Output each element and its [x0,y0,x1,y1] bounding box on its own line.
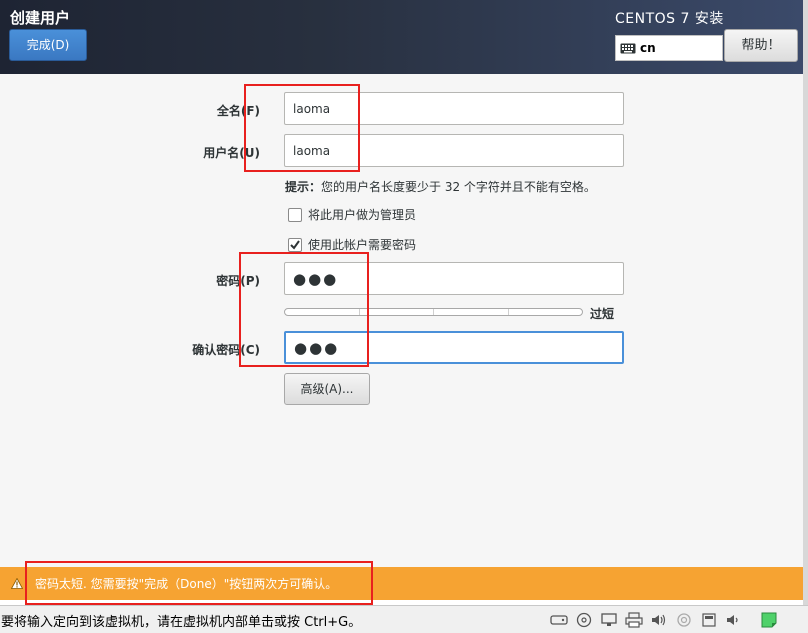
warning-icon [11,578,23,589]
installer-window: 创建用户 完成(D) CENTOS 7 安装 cn 帮助！ 全名(F) 用户名(… [0,0,808,633]
help-button[interactable]: 帮助！ [724,29,798,62]
page-title: 创建用户 [10,9,71,27]
hint-text: 您的用户名长度要少于 32 个字符并且不能有空格。 [321,180,596,194]
create-user-form: 全名(F) 用户名(U) 提示：您的用户名长度要少于 32 个字符并且不能有空格… [0,74,803,567]
done-button[interactable]: 完成(D) [9,29,87,61]
keyboard-icon [620,43,636,53]
header-bar: 创建用户 完成(D) CENTOS 7 安装 cn 帮助！ [0,0,803,74]
network-icon[interactable] [596,609,621,631]
usb-icon[interactable] [671,609,696,631]
device-icons [546,609,781,631]
checkmark-icon [290,239,300,250]
advanced-button[interactable]: 高级(A)... [284,373,370,405]
printer-icon[interactable] [621,609,646,631]
keyboard-layout-label: cn [640,41,656,55]
sound-icon[interactable] [646,609,671,631]
password-required-checkbox-row[interactable]: 使用此帐户需要密码 [288,236,416,253]
password-strength-label: 过短 [590,307,615,321]
display-icon[interactable] [696,609,721,631]
annotation-box-warning [25,561,373,605]
window-edge [803,0,808,605]
product-title: CENTOS 7 安装 [615,11,724,27]
hard-disk-icon[interactable] [546,609,571,631]
host-status-message: 要将输入定向到该虚拟机，请在虚拟机内部单击或按 Ctrl+G。 [1,615,362,630]
annotation-box-names [244,84,360,172]
admin-checkbox-label: 将此用户做为管理员 [308,208,417,222]
hint-prefix: 提示： [285,180,322,194]
password-required-checkbox[interactable] [288,237,302,252]
password-required-label: 使用此帐户需要密码 [308,238,417,252]
admin-checkbox[interactable] [288,207,302,222]
note-icon[interactable] [756,609,781,631]
volume-icon[interactable] [721,609,746,631]
admin-checkbox-row[interactable]: 将此用户做为管理员 [288,206,416,223]
annotation-box-passwords [239,252,369,367]
host-status-bar: 要将输入定向到该虚拟机，请在虚拟机内部单击或按 Ctrl+G。 [0,605,808,633]
cd-drive-icon[interactable] [571,609,596,631]
username-hint: 提示：您的用户名长度要少于 32 个字符并且不能有空格。 [285,178,596,195]
keyboard-layout-indicator[interactable]: cn [615,35,723,61]
